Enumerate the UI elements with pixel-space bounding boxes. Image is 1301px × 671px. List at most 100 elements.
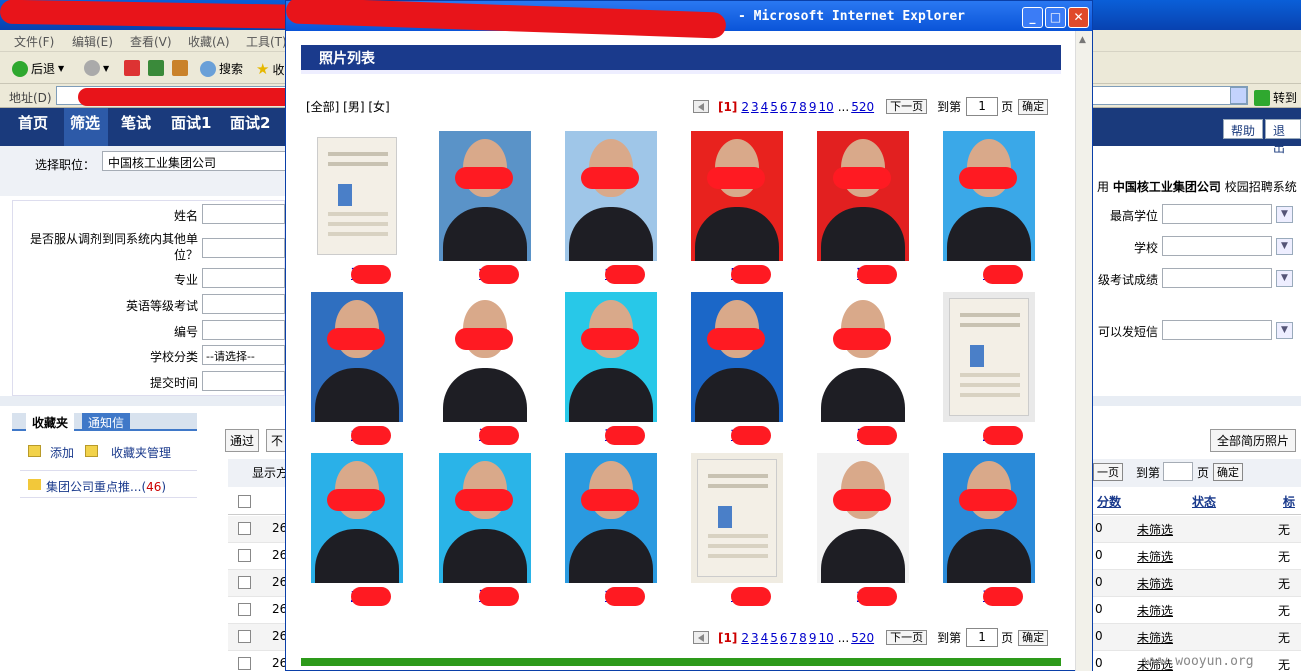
- position-select[interactable]: 中国核工业集团公司: [102, 151, 292, 171]
- prev-page-icon[interactable]: [693, 100, 709, 113]
- bg-next-page-button[interactable]: 一页: [1093, 463, 1123, 481]
- applicant-name-link[interactable]: 张: [439, 587, 531, 607]
- row-checkbox[interactable]: [238, 576, 251, 589]
- pager-link[interactable]: 8: [799, 100, 807, 114]
- menu-file[interactable]: 文件(F): [14, 33, 54, 50]
- row-checkbox[interactable]: [238, 522, 251, 535]
- help-button[interactable]: 帮助: [1223, 119, 1264, 139]
- applicant-name-link[interactable]: 芮: [691, 426, 783, 446]
- row-checkbox[interactable]: [238, 657, 251, 670]
- applicant-photo[interactable]: [565, 453, 657, 583]
- applicant-photo[interactable]: [565, 292, 657, 422]
- home-button[interactable]: [172, 60, 188, 76]
- pager-link[interactable]: 10: [818, 100, 833, 114]
- applicant-name-link[interactable]: 李: [565, 587, 657, 607]
- favorites-button[interactable]: ★ 收: [256, 60, 284, 78]
- applicant-photo[interactable]: [439, 292, 531, 422]
- submit-time-input[interactable]: [202, 371, 285, 391]
- applicant-name-link[interactable]: 任: [691, 587, 783, 607]
- forward-button[interactable]: ▼: [84, 60, 109, 76]
- applicant-name-link[interactable]: 白: [943, 265, 1035, 285]
- row-status[interactable]: 未筛选: [1137, 629, 1173, 646]
- applicant-photo[interactable]: [311, 453, 403, 583]
- applicant-photo[interactable]: [817, 453, 909, 583]
- bg-confirm-button[interactable]: 确定: [1213, 463, 1243, 481]
- english-input[interactable]: [202, 294, 285, 314]
- row-checkbox[interactable]: [238, 630, 251, 643]
- fav-folder-item[interactable]: 集团公司重点推...(46): [46, 478, 166, 495]
- page-input[interactable]: 1: [966, 628, 999, 647]
- chevron-down-icon[interactable]: ▼: [1276, 322, 1293, 339]
- pager-link[interactable]: 9: [809, 100, 817, 114]
- nav-interview-1[interactable]: 面试1: [171, 112, 211, 133]
- menu-tools[interactable]: 工具(T): [246, 33, 287, 50]
- applicant-name-link[interactable]: 方: [311, 426, 403, 446]
- applicant-name-link[interactable]: 汪: [439, 426, 531, 446]
- menu-edit[interactable]: 编辑(E): [72, 33, 113, 50]
- applicant-name-link[interactable]: 耿: [817, 265, 909, 285]
- pager-link[interactable]: 3: [751, 631, 759, 645]
- pager-link[interactable]: 3: [751, 100, 759, 114]
- pager-link[interactable]: 7: [790, 631, 798, 645]
- pager-link[interactable]: 7: [790, 100, 798, 114]
- logout-button[interactable]: 退出: [1265, 119, 1301, 155]
- degree-select[interactable]: [1162, 204, 1272, 224]
- pager-link[interactable]: 5: [770, 100, 778, 114]
- nav-interview-2[interactable]: 面试2: [230, 112, 270, 133]
- major-input[interactable]: [202, 268, 285, 288]
- row-status[interactable]: 未筛选: [1137, 602, 1173, 619]
- school-category-select[interactable]: --请选择--: [202, 345, 285, 365]
- chevron-down-icon[interactable]: ▼: [1276, 238, 1293, 255]
- page-input[interactable]: 1: [966, 97, 999, 116]
- row-status[interactable]: 未筛选: [1137, 548, 1173, 565]
- scroll-up-icon[interactable]: ▲: [1079, 35, 1086, 45]
- applicant-photo[interactable]: [817, 131, 909, 261]
- pager-link-last[interactable]: 520: [851, 100, 874, 114]
- applicant-name-link[interactable]: 史: [943, 426, 1035, 446]
- popup-scrollbar[interactable]: ▲: [1075, 31, 1092, 671]
- applicant-name-link[interactable]: 孙: [565, 426, 657, 446]
- applicant-name-link[interactable]: 张: [817, 426, 909, 446]
- applicant-photo[interactable]: [565, 131, 657, 261]
- col-mark[interactable]: 标: [1283, 493, 1295, 510]
- pager-link[interactable]: 2: [741, 631, 749, 645]
- applicant-name-link[interactable]: 赵: [311, 587, 403, 607]
- confirm-button[interactable]: 确定: [1018, 629, 1049, 646]
- search-button[interactable]: 搜索: [200, 60, 243, 77]
- pager-link[interactable]: 6: [780, 631, 788, 645]
- pager-link[interactable]: 10: [818, 631, 833, 645]
- applicant-photo[interactable]: [311, 292, 403, 422]
- applicant-name-link[interactable]: 张: [311, 265, 403, 285]
- confirm-button[interactable]: 确定: [1018, 98, 1049, 115]
- school-select[interactable]: [1162, 236, 1272, 256]
- pager-link[interactable]: 5: [770, 631, 778, 645]
- applicant-name-link[interactable]: 李: [439, 265, 531, 285]
- applicant-photo[interactable]: [691, 292, 783, 422]
- next-page-button[interactable]: 下一页: [886, 630, 928, 645]
- select-all-checkbox[interactable]: [238, 495, 251, 508]
- applicant-photo[interactable]: [311, 131, 403, 261]
- nav-screen[interactable]: 筛选: [70, 112, 100, 133]
- applicant-photo[interactable]: [817, 292, 909, 422]
- applicant-photo[interactable]: [943, 131, 1035, 261]
- transfer-select[interactable]: [202, 238, 285, 258]
- next-page-button[interactable]: 下一页: [886, 99, 928, 114]
- applicant-name-link[interactable]: 陈: [691, 265, 783, 285]
- pager-link[interactable]: 4: [761, 100, 769, 114]
- pager-link[interactable]: 4: [761, 631, 769, 645]
- applicant-photo[interactable]: [439, 131, 531, 261]
- close-button[interactable]: ✕: [1068, 7, 1089, 28]
- applicant-photo[interactable]: [691, 453, 783, 583]
- exam-score-select[interactable]: [1162, 268, 1272, 288]
- applicant-name-link[interactable]: 刘: [817, 587, 909, 607]
- pass-button[interactable]: 通过: [225, 429, 260, 452]
- stop-button[interactable]: [124, 60, 140, 76]
- pager-link[interactable]: 9: [809, 631, 817, 645]
- applicant-photo[interactable]: [943, 453, 1035, 583]
- menu-view[interactable]: 查看(V): [130, 33, 172, 50]
- col-score[interactable]: 分数: [1097, 493, 1121, 510]
- pager-link[interactable]: 2: [741, 100, 749, 114]
- sms-select[interactable]: [1162, 320, 1272, 340]
- tab-notice[interactable]: 通知信: [82, 413, 131, 431]
- applicant-name-link[interactable]: 叶: [565, 265, 657, 285]
